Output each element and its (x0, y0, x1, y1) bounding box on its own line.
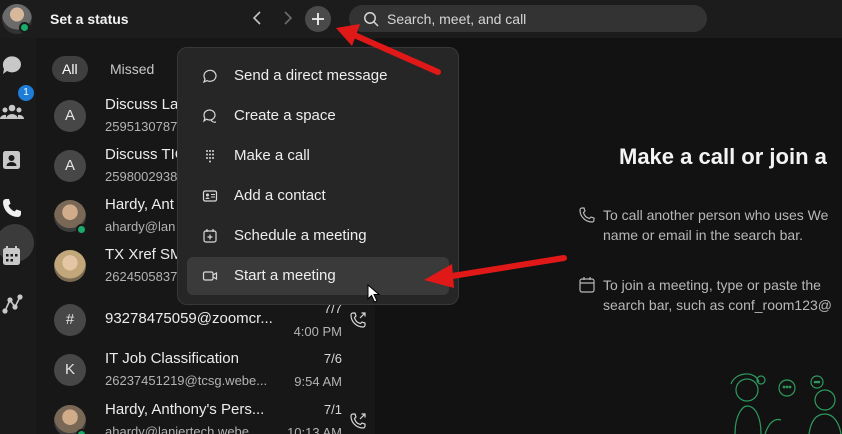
contact-name: 93278475059@zoomcr... (105, 310, 273, 327)
calendar-icon (579, 277, 595, 293)
contact-card-icon (202, 190, 218, 202)
search-bar[interactable]: Search, meet, and call (349, 5, 707, 32)
contact-name: Discuss La (105, 96, 179, 113)
phone-icon (579, 207, 595, 223)
call-tip-line-1: To call another person who uses We (603, 207, 829, 223)
chat-bubble-icon (202, 69, 217, 84)
menu-item-label: Add a contact (234, 187, 326, 204)
call-tip-line-2: name or email in the search bar. (603, 227, 803, 243)
menu-item-label: Schedule a meeting (234, 227, 367, 244)
empty-state-title: Make a call or join a (619, 144, 827, 169)
menu-item-start-meeting[interactable]: Start a meeting (187, 257, 449, 295)
presence-status-dot (76, 224, 87, 235)
dialpad-icon (206, 150, 214, 163)
contact-detail: ahardy@laniertech.webe... (105, 424, 260, 434)
menu-item-create-space[interactable]: Create a space (187, 97, 449, 135)
list-item[interactable]: Hardy, Anthony's Pers... ahardy@lanierte… (36, 398, 375, 434)
workflow-icon[interactable] (0, 292, 24, 316)
filter-all[interactable]: All (52, 56, 88, 82)
contact-name: Discuss TIC (105, 146, 186, 163)
call-date: 7/6 (323, 351, 342, 366)
search-icon (364, 12, 379, 27)
call-time: 10:13 AM (287, 425, 342, 434)
menu-item-label: Make a call (234, 147, 310, 164)
contact-name: Hardy, Anthony's Pers... (105, 401, 265, 418)
meeting-tip-line-1: To join a meeting, type or paste the (603, 277, 821, 293)
calendar-plus-icon (203, 229, 217, 243)
call-time: 4:00 PM (293, 324, 342, 339)
new-action-plus-button[interactable] (305, 6, 331, 32)
search-placeholder: Search, meet, and call (387, 11, 527, 27)
list-item[interactable]: K IT Job Classification 26237451219@tcsg… (36, 347, 375, 397)
top-bar: Set a status Search, meet, and call (0, 0, 842, 38)
call-back-icon[interactable] (349, 311, 367, 329)
filter-missed[interactable]: Missed (100, 56, 164, 82)
contact-name: Hardy, Ant (105, 196, 174, 213)
people-illustration (730, 373, 842, 434)
teams-icon[interactable] (0, 100, 24, 124)
contact-detail: 26237451219@tcsg.webe... (105, 373, 268, 388)
forward-arrow-icon[interactable] (277, 8, 297, 28)
contact-detail: ahardy@lan (105, 219, 176, 234)
avatar: A (54, 100, 86, 132)
presence-status-dot (19, 22, 30, 33)
video-camera-icon (202, 271, 218, 281)
call-back-icon[interactable] (349, 412, 367, 430)
contact-name: TX Xref SM (105, 246, 183, 263)
contact-detail: 2598002938 (105, 169, 178, 184)
menu-item-label: Create a space (234, 107, 336, 124)
contact-detail: 2595130787 (105, 119, 178, 134)
calendar-icon[interactable] (0, 244, 24, 268)
menu-item-label: Send a direct message (234, 67, 388, 84)
phone-icon[interactable] (0, 196, 24, 220)
call-time: 9:54 AM (294, 374, 342, 389)
menu-item-label: Start a meeting (234, 267, 336, 284)
avatar: A (54, 150, 86, 182)
unread-badge: 1 (18, 85, 34, 101)
avatar (54, 250, 86, 282)
new-action-menu: Send a direct message Create a space Mak… (177, 47, 459, 305)
presence-status-dot (76, 429, 87, 434)
call-date: 7/1 (323, 402, 342, 417)
avatar: # (54, 304, 86, 336)
contacts-icon[interactable] (0, 148, 24, 172)
plus-icon (312, 13, 324, 25)
back-arrow-icon[interactable] (248, 8, 268, 28)
avatar: K (54, 354, 86, 386)
messaging-icon[interactable] (0, 53, 24, 77)
contact-name: IT Job Classification (105, 350, 239, 367)
contact-detail: 2624505837 (105, 269, 178, 284)
set-status-label[interactable]: Set a status (50, 11, 129, 27)
menu-item-add-contact[interactable]: Add a contact (187, 177, 449, 215)
left-navigation-rail: 1 (0, 38, 36, 434)
menu-item-make-call[interactable]: Make a call (187, 137, 449, 175)
mouse-pointer-icon (367, 284, 381, 303)
menu-item-schedule-meeting[interactable]: Schedule a meeting (187, 217, 449, 255)
meeting-tip-line-2: search bar, such as conf_room123@ (603, 297, 833, 313)
menu-item-send-direct-message[interactable]: Send a direct message (187, 57, 449, 95)
space-icon (202, 109, 217, 123)
